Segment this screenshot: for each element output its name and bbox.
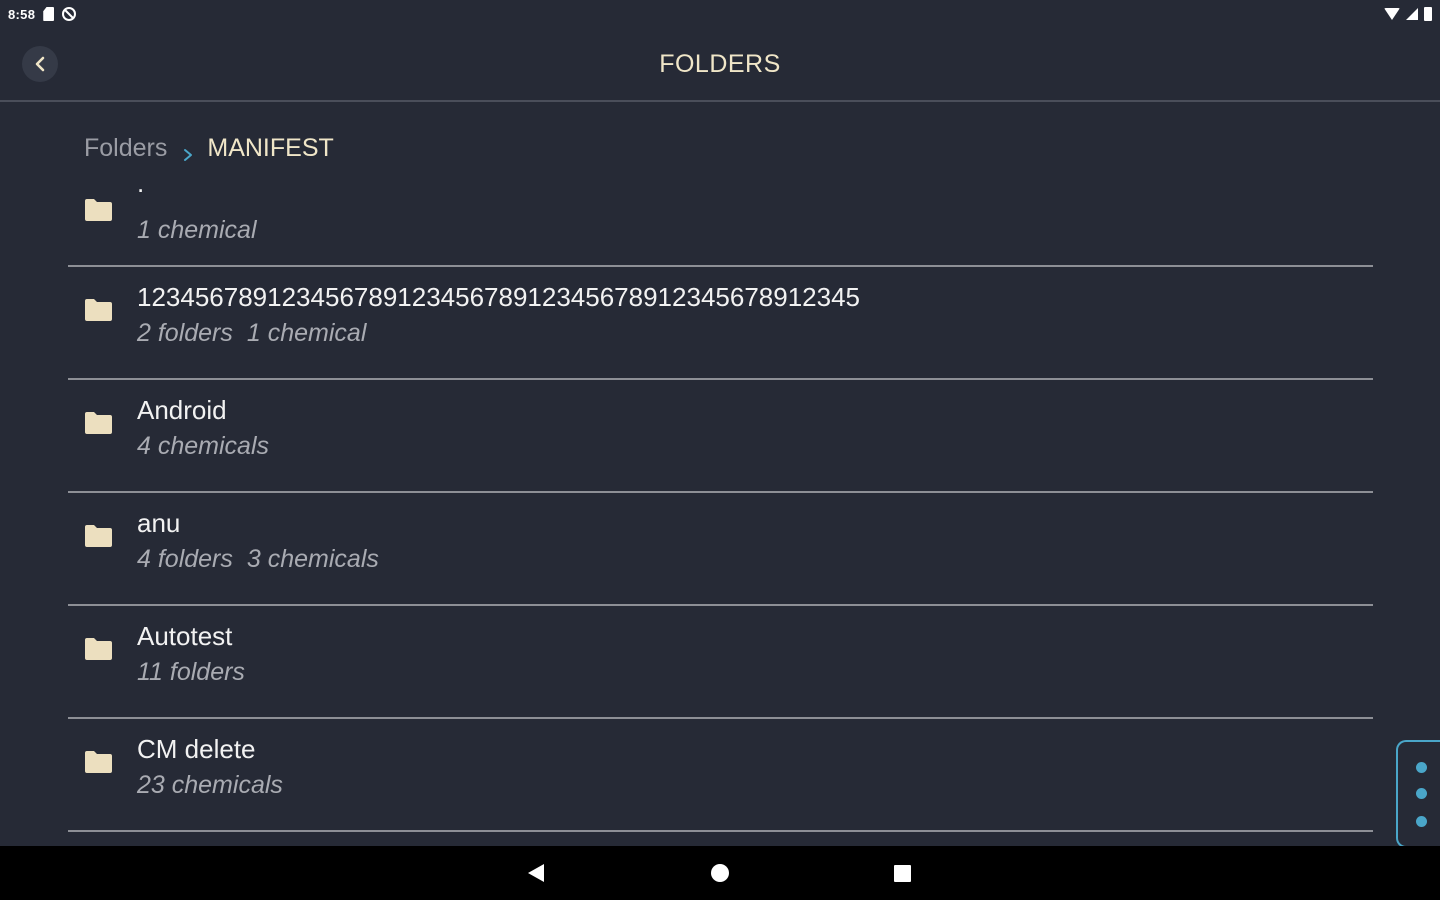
folder-row[interactable]: 1234567891234567891234567891234567891234… (68, 267, 1373, 380)
folder-chemical-count: 1 chemical (137, 216, 257, 244)
breadcrumb-root-link[interactable]: Folders (84, 134, 167, 163)
folder-meta: 4 folders 3 chemicals (137, 545, 379, 574)
breadcrumb-current: MANIFEST (207, 134, 334, 162)
folder-name: . (137, 178, 145, 198)
folder-chemical-count: 4 chemicals (137, 432, 269, 460)
folder-chemical-count: 1 chemical (246, 319, 367, 347)
folder-name: CM delete (137, 734, 256, 764)
folder-name: anu (137, 508, 181, 538)
app-bar: FOLDERS (0, 28, 1440, 102)
status-bar: 8:58 (0, 0, 1440, 28)
folder-icon (85, 751, 112, 773)
folder-name: 1234567891234567891234567891234567891234… (137, 282, 860, 312)
folder-row[interactable]: Android 4 chemicals (68, 380, 1373, 493)
signal-icon (1406, 8, 1418, 20)
folder-row[interactable]: . 1 chemical (68, 178, 1373, 267)
folder-meta: 23 chemicals (137, 771, 283, 800)
screen: 8:58 FOLDERS Folders MANIFEST . 1 chemic… (0, 0, 1440, 900)
more-vertical-icon-dot (1416, 788, 1427, 799)
folder-row[interactable]: CM delete 23 chemicals (68, 719, 1373, 832)
sd-card-icon (43, 7, 55, 21)
folder-icon (85, 525, 112, 547)
status-left: 8:58 (8, 6, 77, 22)
navigation-bar (0, 846, 1440, 900)
folder-name: Autotest (137, 621, 233, 651)
nav-recents-icon[interactable] (894, 865, 911, 882)
folder-chemical-count: 23 chemicals (137, 771, 283, 799)
folder-icon (85, 199, 112, 221)
folder-meta: 11 folders (137, 658, 245, 687)
folder-chemical-count: 3 chemicals (246, 545, 379, 573)
page-title: FOLDERS (659, 50, 781, 78)
folder-meta: 4 chemicals (137, 432, 269, 461)
folder-row[interactable]: Autotest 11 folders (68, 606, 1373, 719)
wifi-icon (1384, 8, 1400, 20)
folder-icon (85, 638, 112, 660)
folder-row[interactable]: anu 4 folders 3 chemicals (68, 493, 1373, 606)
chevron-right-icon (181, 148, 195, 162)
folder-name: Android (137, 395, 227, 425)
folder-subfolder-count: 11 folders (137, 658, 245, 686)
nav-back-icon[interactable] (528, 864, 544, 882)
status-time: 8:58 (8, 6, 36, 22)
breadcrumb: Folders MANIFEST (84, 134, 334, 163)
more-vertical-icon-dot (1416, 816, 1427, 827)
folder-list[interactable]: . 1 chemical 123456789123456789123456789… (68, 178, 1373, 846)
side-menu-tab[interactable] (1396, 740, 1440, 848)
folder-subfolder-count: 2 folders (137, 319, 233, 347)
folder-icon (85, 412, 112, 434)
folder-icon (85, 299, 112, 321)
nav-home-icon[interactable] (711, 864, 729, 882)
status-right (1384, 7, 1432, 21)
folder-meta: 2 folders 1 chemical (137, 319, 366, 348)
battery-icon (1424, 7, 1432, 21)
folder-meta: 1 chemical (137, 216, 257, 245)
more-vertical-icon (1416, 762, 1427, 773)
folder-subfolder-count: 4 folders (137, 545, 233, 573)
do-not-disturb-icon (62, 7, 77, 21)
